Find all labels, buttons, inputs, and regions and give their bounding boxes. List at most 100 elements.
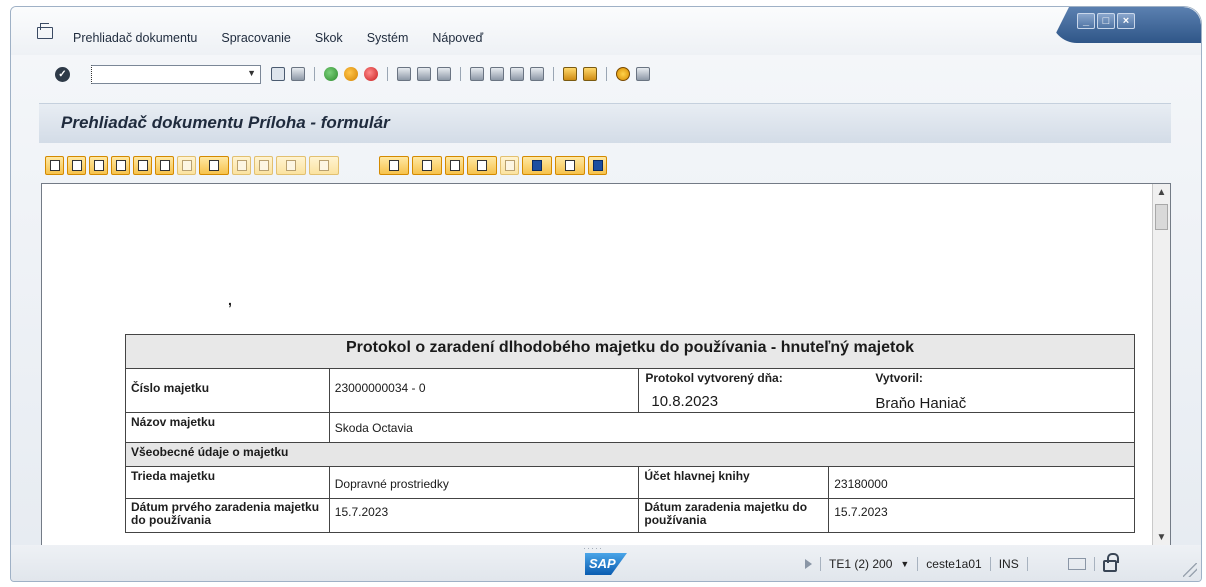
title-bar: Prehliadač dokumentu Príloha - formulár — [39, 103, 1171, 143]
find-next-icon[interactable] — [437, 67, 451, 81]
resize-grip-icon[interactable] — [1183, 563, 1197, 577]
asset-number-row: Číslo majetku 23000000034 - 0 Protokol v… — [125, 368, 1135, 413]
splitter-grip[interactable]: ····· — [583, 543, 603, 553]
object-icon — [209, 159, 219, 171]
window-buttons: _ □ × — [1077, 13, 1135, 29]
sap-window: Prehliadač dokumentu Spracovanie Skok Sy… — [10, 6, 1202, 582]
maximize-button[interactable]: □ — [1097, 13, 1115, 29]
scroll-down-icon[interactable]: ▼ — [1153, 529, 1170, 546]
folder-icon — [71, 159, 82, 171]
open-folder-button[interactable] — [67, 155, 86, 175]
execute-menu-button[interactable] — [522, 155, 552, 175]
close-button[interactable]: × — [1117, 13, 1135, 29]
chevron-down-icon[interactable]: ▼ — [247, 68, 256, 78]
vertical-scrollbar[interactable]: ▲ ▼ — [1152, 184, 1170, 546]
lock-icon[interactable] — [1102, 553, 1119, 572]
detail-button[interactable] — [232, 155, 251, 175]
first-page-icon[interactable] — [470, 67, 484, 81]
asset-name-label: Názov majetku — [125, 412, 330, 443]
created-by-block: Vytvoril: Braňo Haniač — [849, 369, 972, 412]
created-by-label: Vytvoril: — [875, 371, 923, 385]
search-button[interactable] — [155, 155, 174, 175]
export-button[interactable] — [500, 155, 519, 175]
menu-exit-icon[interactable] — [37, 23, 53, 39]
chevron-down-icon[interactable]: ▼ — [900, 559, 909, 569]
detail-icon — [236, 159, 247, 171]
command-input[interactable] — [92, 66, 232, 83]
system-info[interactable]: TE1 (2) 200 — [829, 557, 892, 571]
attachment-icon — [181, 159, 192, 171]
first-capitalization-label: Dátum prvého zaradenia majetku do použív… — [125, 498, 330, 533]
minimize-button[interactable]: _ — [1077, 13, 1095, 29]
document-menu-button[interactable] — [379, 155, 409, 175]
server-name: ceste1a01 — [926, 557, 982, 571]
object-menu-button[interactable] — [199, 155, 229, 175]
scroll-up-icon[interactable]: ▲ — [1153, 184, 1170, 201]
menu-item-help[interactable]: Nápoveď — [432, 31, 483, 45]
menu-item-system[interactable]: Systém — [367, 31, 409, 45]
create-session-icon[interactable] — [563, 67, 577, 81]
related-button[interactable] — [276, 155, 306, 175]
binoculars-icon — [159, 159, 170, 171]
menu-bar: Prehliadač dokumentu Spracovanie Skok Sy… — [11, 7, 1201, 55]
back-arrow-icon[interactable] — [271, 67, 285, 81]
info-button[interactable] — [588, 155, 607, 175]
enter-check-icon[interactable]: ✓ — [55, 67, 70, 82]
find-icon[interactable] — [417, 67, 431, 81]
toolbar-separator — [460, 67, 461, 81]
info-icon — [592, 159, 603, 171]
menu-item-goto[interactable]: Skok — [315, 31, 343, 45]
next-page-icon[interactable] — [510, 67, 524, 81]
exit-icon[interactable] — [344, 67, 358, 81]
export-icon — [504, 159, 515, 171]
toolbar-separator — [553, 67, 554, 81]
pencil-icon — [137, 159, 148, 171]
change-button[interactable] — [445, 155, 464, 175]
print-icon[interactable] — [397, 67, 411, 81]
attachment-button[interactable] — [177, 155, 196, 175]
last-page-icon[interactable] — [530, 67, 544, 81]
status-separator — [1026, 557, 1028, 571]
new-document-button[interactable] — [45, 155, 64, 175]
filter-icon — [477, 159, 487, 171]
keyboard-icon[interactable] — [1067, 558, 1086, 570]
toolbar-separator — [606, 67, 607, 81]
copy-button[interactable] — [89, 155, 108, 175]
edit-button[interactable] — [133, 155, 152, 175]
paste-button[interactable] — [111, 155, 130, 175]
form-header-row: Protokol o zaradení dlhodobého majetku d… — [125, 334, 1135, 369]
layout-icon[interactable] — [636, 67, 650, 81]
cancel-icon[interactable] — [364, 67, 378, 81]
save-icon[interactable] — [291, 67, 305, 81]
history-icon — [258, 159, 269, 171]
grid-icon — [565, 159, 575, 171]
status-info: TE1 (2) 200 ▼ ceste1a01 INS — [805, 553, 1119, 572]
paste-icon — [115, 159, 126, 171]
asset-name-value: Skoda Octavia — [328, 412, 1136, 443]
copy-icon — [93, 159, 104, 171]
help-icon[interactable] — [616, 67, 630, 81]
toolbar-separator — [314, 67, 315, 81]
previous-page-icon[interactable] — [490, 67, 504, 81]
workflow-button[interactable] — [309, 155, 339, 175]
history-button[interactable] — [254, 155, 273, 175]
shortcut-icon[interactable] — [583, 67, 597, 81]
menu-item-document-viewer[interactable]: Prehliadač dokumentu — [73, 31, 197, 45]
menu-item-processing[interactable]: Spracovanie — [221, 31, 291, 45]
insert-mode[interactable]: INS — [999, 557, 1019, 571]
scroll-thumb[interactable] — [1155, 204, 1168, 230]
settings-menu-button[interactable] — [555, 155, 585, 175]
page-title: Prehliadač dokumentu Príloha - formulár — [61, 113, 390, 132]
filter-menu-button[interactable] — [467, 155, 497, 175]
protocol-created-value: 10.8.2023 — [651, 393, 719, 410]
document-frame: , Protokol o zaradení dlhodobého majetku… — [41, 183, 1171, 547]
status-expand-icon[interactable] — [805, 559, 812, 569]
capitalization-label: Dátum zaradenia majetku do používania — [638, 498, 830, 533]
command-field[interactable]: ▼ — [91, 65, 261, 84]
display-menu-button[interactable] — [412, 155, 442, 175]
asset-class-label: Trieda majetku — [125, 466, 330, 499]
asset-number-value: 23000000034 - 0 — [328, 368, 640, 413]
play-icon — [532, 159, 542, 171]
document-icon — [389, 159, 399, 171]
back-icon[interactable] — [324, 67, 338, 81]
